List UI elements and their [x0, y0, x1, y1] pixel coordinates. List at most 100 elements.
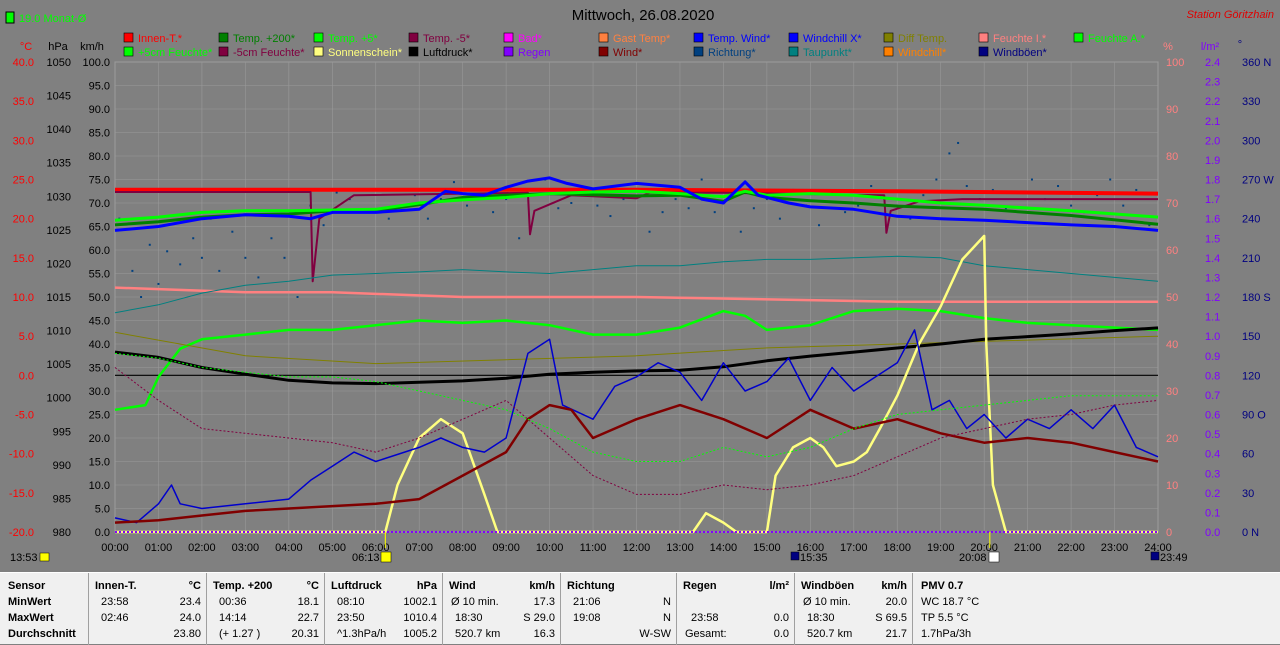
direction-tick: 30 — [1242, 488, 1254, 500]
moon-icon — [790, 551, 800, 561]
stats-richtung-max-time: 19:08 — [573, 612, 601, 624]
kmh-tick: 50.0 — [89, 292, 110, 304]
direction-point — [387, 217, 390, 220]
time-tick: 01:00 — [145, 542, 173, 554]
direction-point — [244, 256, 247, 259]
direction-point — [557, 207, 560, 210]
hpa-tick: 1020 — [47, 258, 71, 270]
legend-label: Gast Temp* — [613, 33, 671, 45]
legend-swatch — [218, 32, 229, 43]
legend-label: Taupunkt* — [803, 47, 853, 59]
month-average-label: 19.0 Monat-Ø — [19, 13, 87, 25]
time-tick: 02:00 — [188, 542, 216, 554]
station-name: Station Göritzhain — [1187, 9, 1274, 21]
percent-tick: 10 — [1166, 480, 1178, 492]
hpa-tick: 1030 — [47, 191, 71, 203]
rain-tick: 0.4 — [1205, 449, 1220, 461]
kmh-tick: 80.0 — [89, 151, 110, 163]
stats-innen-min: 23.4 — [179, 596, 201, 608]
hpa-tick: 985 — [53, 493, 71, 505]
legend-swatch — [123, 32, 134, 43]
stats-boeen-column: Windböen km/h Ø 10 min. 20.0 18:30 S 69.… — [794, 573, 913, 645]
time-tick: 22:00 — [1057, 542, 1085, 554]
direction-point — [1070, 204, 1073, 207]
direction-point — [192, 237, 195, 240]
direction-tick: 60 — [1242, 449, 1254, 461]
time-tick: 21:00 — [1014, 542, 1042, 554]
direction-tick: 240 — [1242, 214, 1260, 226]
rain-tick: 0.5 — [1205, 429, 1220, 441]
percent-unit: % — [1163, 41, 1173, 53]
direction-point — [492, 211, 495, 214]
rain-tick: 1.4 — [1205, 253, 1220, 265]
stats-boeen-max-time: 18:30 — [807, 612, 835, 624]
kmh-tick: 20.0 — [89, 433, 110, 445]
temp-tick: 25.0 — [13, 175, 34, 187]
stats-richtung-min: N — [663, 596, 671, 608]
direction-point — [844, 211, 847, 214]
stats-innen-max: 24.0 — [179, 612, 201, 624]
direction-point — [713, 211, 716, 214]
hpa-unit: hPa — [48, 41, 68, 53]
stats-max-label: MaxWert — [8, 612, 54, 624]
legend-swatch — [408, 32, 419, 43]
temp-tick: 30.0 — [13, 135, 34, 147]
statistics-panel: Sensor MinWert MaxWert Durchschnitt Inne… — [0, 572, 1280, 645]
percent-tick: 100 — [1166, 57, 1184, 69]
time-tick: 00:00 — [101, 542, 129, 554]
time-tick: 17:00 — [840, 542, 868, 554]
sun-marker-icon — [39, 552, 50, 562]
direction-tick: 270 W — [1242, 175, 1274, 187]
direction-point — [200, 256, 203, 259]
hpa-tick: 1000 — [47, 393, 71, 405]
degree-unit: ° — [1238, 39, 1242, 51]
rain-tick: 0.7 — [1205, 390, 1220, 402]
legend-swatch — [788, 32, 799, 43]
rain-tick: 0.6 — [1205, 410, 1220, 422]
rain-tick: 1.1 — [1205, 312, 1220, 324]
direction-point — [687, 207, 690, 210]
temp-tick: 0.0 — [19, 370, 34, 382]
time-tick: 03:00 — [232, 542, 260, 554]
temp-tick: 15.0 — [13, 253, 34, 265]
stats-min-label: MinWert — [8, 596, 52, 608]
direction-point — [1057, 185, 1060, 188]
hpa-tick: 1045 — [47, 91, 71, 103]
percent-tick: 30 — [1166, 386, 1178, 398]
kmh-tick: 5.0 — [95, 504, 110, 516]
temp-tick: 20.0 — [13, 214, 34, 226]
direction-point — [948, 152, 951, 155]
percent-tick: 40 — [1166, 339, 1178, 351]
stats-wind-avg: 16.3 — [533, 628, 555, 640]
temp-tick: -20.0 — [9, 527, 34, 539]
percent-tick: 90 — [1166, 104, 1178, 116]
stats-wind-unit: km/h — [529, 580, 555, 592]
time-tick: 18:00 — [883, 542, 911, 554]
direction-point — [965, 185, 968, 188]
stats-boeen-max: S 69.5 — [875, 612, 907, 624]
chart-background — [0, 0, 1280, 572]
direction-point — [570, 202, 573, 204]
legend-swatch — [218, 46, 229, 57]
hpa-tick: 1015 — [47, 292, 71, 304]
hpa-tick: 1025 — [47, 225, 71, 237]
direction-point — [296, 296, 299, 298]
percent-tick: 0 — [1166, 527, 1172, 539]
stats-temp200-min-time: 00:36 — [219, 596, 247, 608]
direction-point — [322, 224, 325, 227]
legend-swatch — [503, 32, 514, 43]
legend-swatch — [693, 46, 704, 57]
direction-point — [131, 269, 134, 272]
rain-tick: 1.8 — [1205, 175, 1220, 187]
kmh-tick: 100.0 — [82, 57, 110, 69]
legend-swatch — [313, 46, 324, 57]
direction-point — [179, 263, 182, 266]
rain-tick: 0.0 — [1205, 527, 1220, 539]
stats-pmv-column: PMV 0.7 WC 18.7 °C TP 5.5 °C 1.7hPa/3h — [912, 573, 1280, 645]
stats-wind-column: Wind km/h Ø 10 min. 17.3 18:30 S 29.0 52… — [442, 573, 561, 645]
legend-label: Regen — [518, 47, 550, 59]
kmh-tick: 35.0 — [89, 363, 110, 375]
kmh-tick: 95.0 — [89, 81, 110, 93]
stats-boeen-avg10: 20.0 — [885, 596, 907, 608]
stats-wind-avg10: 17.3 — [533, 596, 555, 608]
